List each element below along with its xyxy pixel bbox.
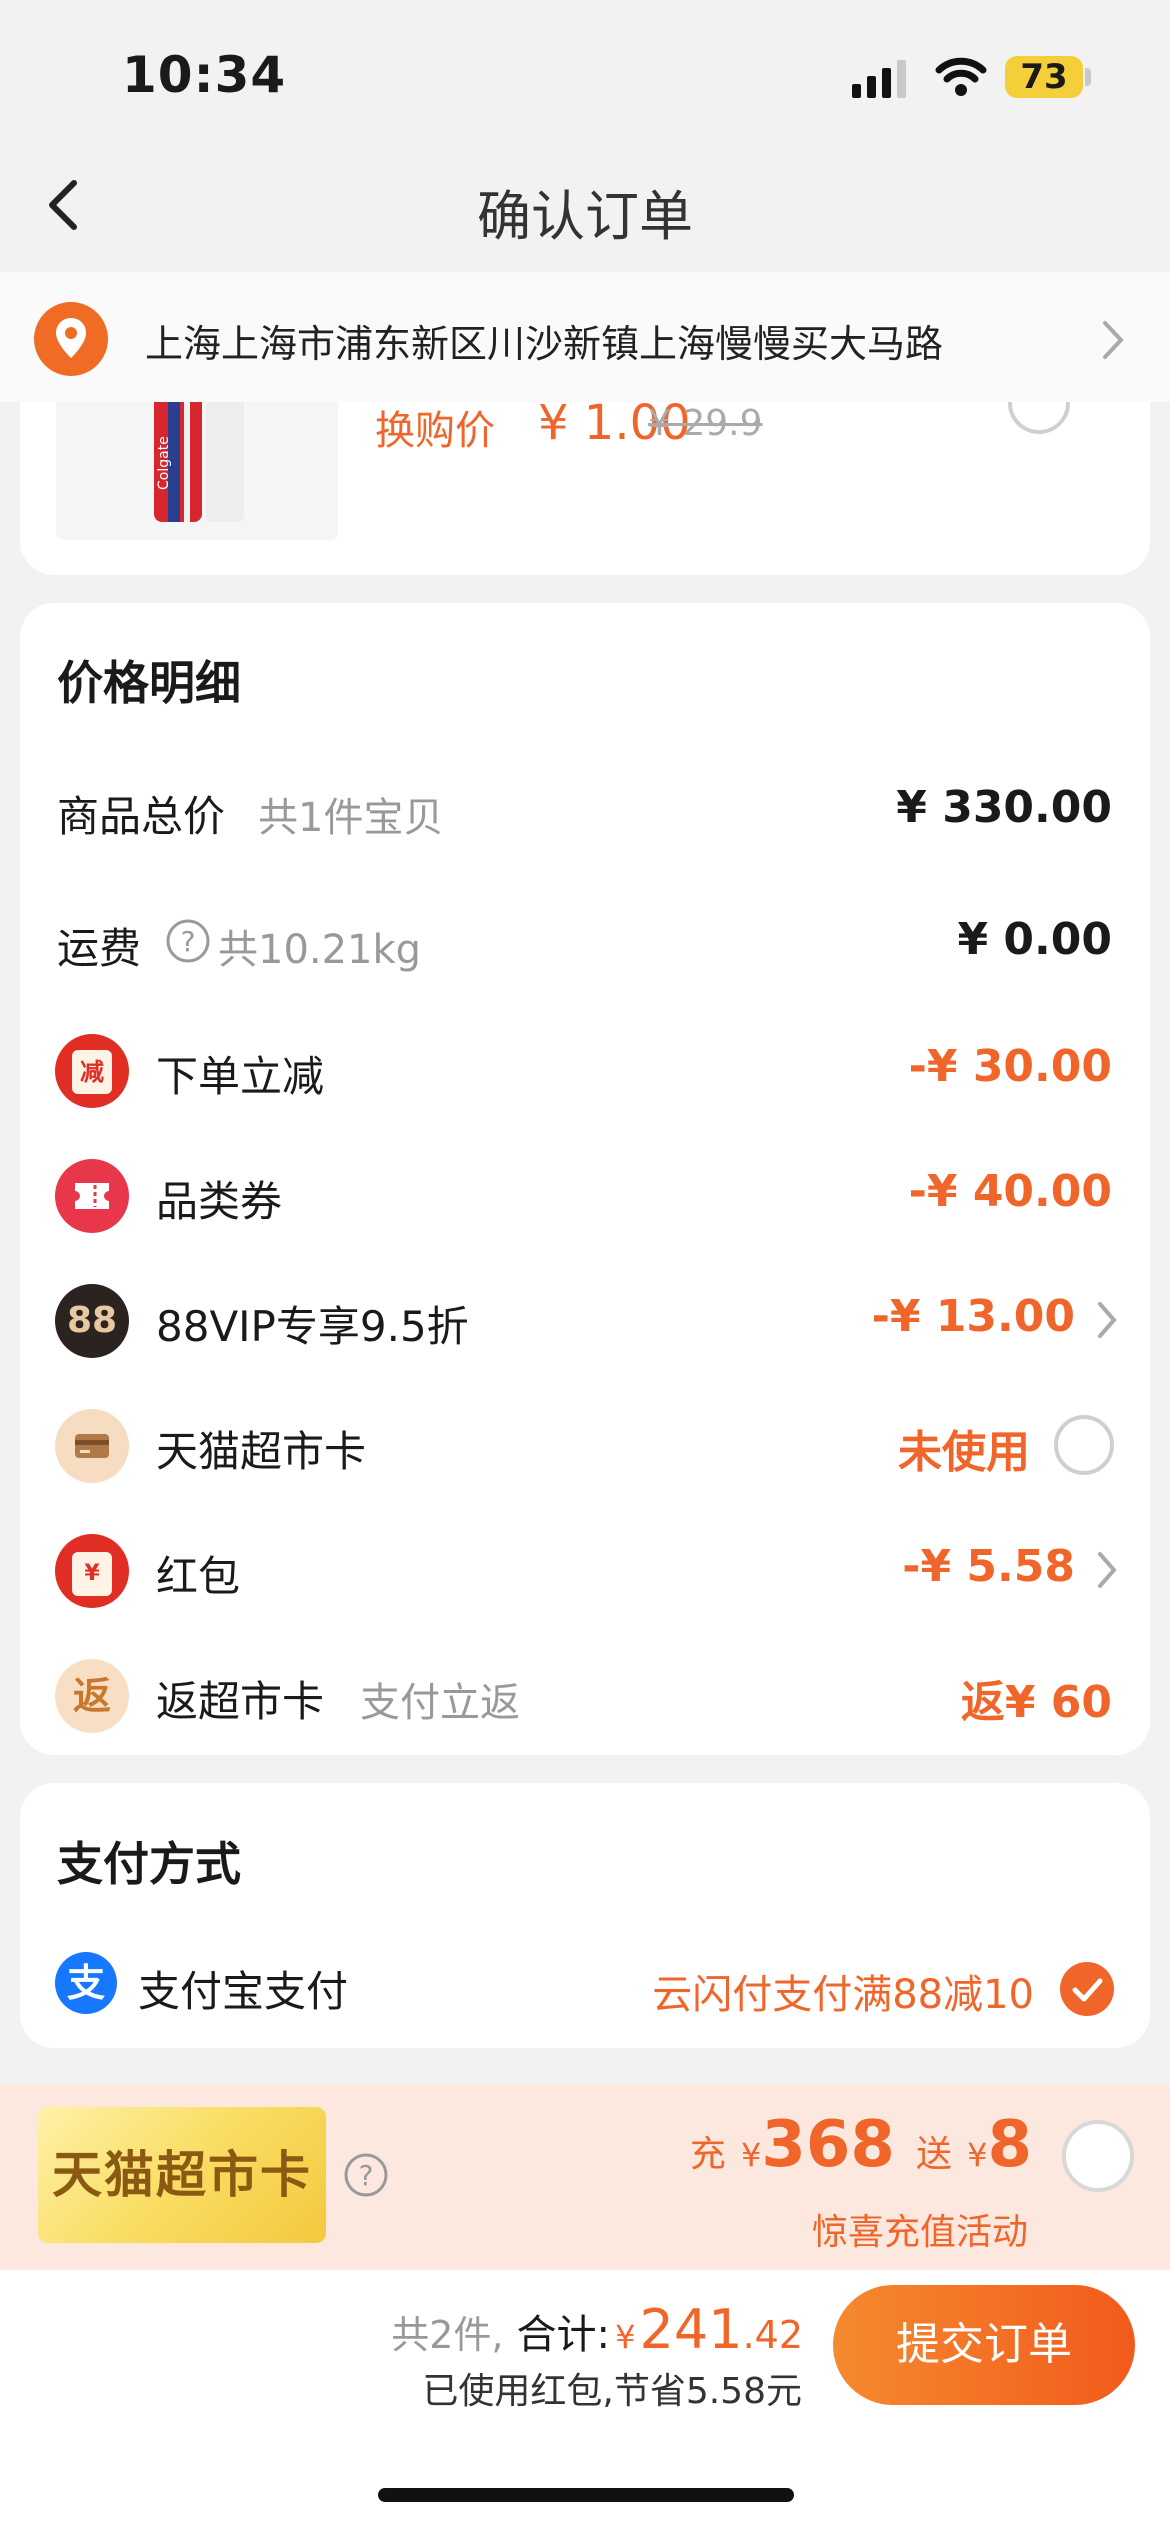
supermarket-card-badge: 天猫超市卡 bbox=[38, 2107, 326, 2243]
total-dec: .42 bbox=[742, 2313, 803, 2357]
charge-amount: 368 bbox=[761, 2108, 895, 2182]
chevron-right-icon bbox=[1103, 321, 1124, 359]
payment-promo: 云闪付支付满88减10 bbox=[652, 1972, 1034, 2018]
instant-discount-value: -¥ 30.00 bbox=[908, 1041, 1112, 1092]
goods-total-value: ¥ 330.00 bbox=[896, 782, 1112, 833]
price-detail-title: 价格明细 bbox=[57, 656, 241, 710]
category-coupon-value: -¥ 40.00 bbox=[908, 1166, 1112, 1217]
location-pin-icon bbox=[34, 302, 108, 376]
instant-discount-icon: 减 bbox=[55, 1034, 129, 1108]
payment-title: 支付方式 bbox=[57, 1837, 241, 1891]
cashback-value: 返¥ 60 bbox=[960, 1677, 1112, 1728]
chevron-right-icon[interactable] bbox=[1096, 1300, 1118, 1340]
help-icon[interactable]: ? bbox=[343, 2152, 389, 2198]
product-image: Colgate bbox=[56, 400, 338, 540]
gift-currency: ¥ bbox=[967, 2136, 988, 2174]
submit-order-button[interactable]: 提交订单 bbox=[833, 2285, 1135, 2405]
gift-label: 送 bbox=[916, 2134, 953, 2175]
vip88-icon: 88 bbox=[55, 1284, 129, 1358]
red-packet-label: 红包 bbox=[156, 1552, 241, 1601]
gift-amount: 8 bbox=[987, 2108, 1032, 2182]
goods-total-label: 商品总价 bbox=[57, 792, 226, 841]
help-icon[interactable]: ? bbox=[165, 918, 211, 964]
instant-discount-label: 下单立减 bbox=[156, 1052, 325, 1101]
signal-icon bbox=[852, 60, 906, 98]
goods-count: 共1件宝贝 bbox=[258, 795, 444, 841]
supermarket-card-label: 天猫超市卡 bbox=[156, 1427, 367, 1476]
red-packet-icon: ¥ bbox=[55, 1534, 129, 1608]
payment-method[interactable]: 支付宝支付 bbox=[138, 1958, 348, 2019]
wifi-icon bbox=[935, 57, 987, 96]
vip-discount-value[interactable]: -¥ 13.00 bbox=[872, 1291, 1075, 1342]
delivery-address: 上海上海市浦东新区川沙新镇上海慢慢买大马路 bbox=[145, 322, 944, 366]
alipay-icon: 支 bbox=[55, 1952, 117, 2014]
saving-note: 已使用红包,节省5.58元 bbox=[422, 2371, 802, 2412]
cashback-icon: 返 bbox=[55, 1659, 129, 1733]
item-count: 共2件, bbox=[391, 2313, 504, 2357]
total-int: 241 bbox=[639, 2298, 743, 2361]
checkout-summary: 共2件, 合计: ¥241.42 bbox=[391, 2298, 803, 2361]
recharge-subtitle: 惊喜充值活动 bbox=[811, 2212, 1028, 2253]
vip-discount-label: 88VIP专享9.5折 bbox=[156, 1302, 469, 1351]
shipping-weight: 共10.21kg bbox=[218, 927, 422, 973]
shipping-label: 运费 bbox=[57, 924, 142, 973]
charge-currency: ¥ bbox=[740, 2136, 762, 2174]
page-title: 确认订单 bbox=[477, 185, 693, 248]
cashback-sub: 支付立返 bbox=[360, 1680, 520, 1726]
total-currency: ¥ bbox=[615, 2318, 636, 2356]
battery-indicator: 73 bbox=[1005, 56, 1083, 98]
shipping-value: ¥ 0.00 bbox=[957, 914, 1113, 965]
svg-text:?: ? bbox=[359, 2159, 374, 2192]
payment-selected-check[interactable] bbox=[1060, 1962, 1114, 2016]
supermarket-card-status: 未使用 bbox=[898, 1427, 1030, 1478]
supermarket-card-icon bbox=[55, 1409, 129, 1483]
red-packet-value[interactable]: -¥ 5.58 bbox=[902, 1541, 1075, 1592]
charge-label: 充 bbox=[689, 2134, 726, 2175]
exchange-original-price: ¥ 29.9 bbox=[648, 403, 763, 444]
chevron-right-icon[interactable] bbox=[1096, 1550, 1118, 1590]
status-time: 10:34 bbox=[122, 46, 287, 104]
svg-text:?: ? bbox=[181, 925, 196, 958]
recharge-radio[interactable] bbox=[1062, 2120, 1134, 2192]
coupon-icon bbox=[55, 1159, 129, 1233]
recharge-offer: 充 ¥368 送 ¥8 bbox=[690, 2108, 1032, 2182]
home-indicator bbox=[378, 2488, 794, 2502]
svg-text:Colgate: Colgate bbox=[156, 436, 172, 490]
supermarket-card-radio[interactable] bbox=[1054, 1415, 1114, 1475]
cashback-card-label: 返超市卡 bbox=[156, 1677, 325, 1726]
exchange-price-label: 换购价 bbox=[375, 408, 495, 454]
category-coupon-label: 品类券 bbox=[156, 1177, 283, 1226]
total-label: 合计: bbox=[516, 2312, 611, 2358]
battery-tip bbox=[1085, 68, 1091, 86]
